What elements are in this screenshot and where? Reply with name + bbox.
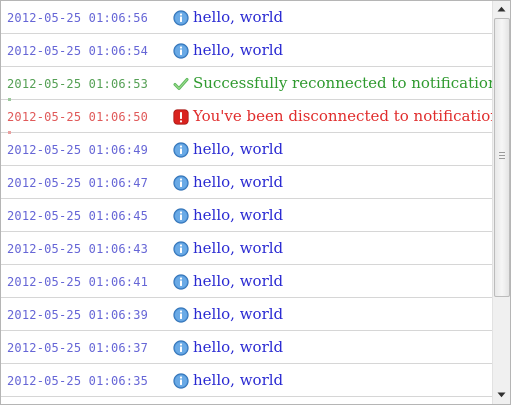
log-timestamp: 2012-05-25 01:06:39 xyxy=(7,308,149,322)
scrollbar-thumb[interactable] xyxy=(494,18,510,297)
info-icon xyxy=(173,307,189,323)
scroll-down-button[interactable] xyxy=(493,387,510,404)
log-timestamp: 2012-05-25 01:06:50 xyxy=(7,110,149,124)
log-timestamp: 2012-05-25 01:06:47 xyxy=(7,176,149,190)
arrow-down-icon xyxy=(497,392,506,398)
log-entry: 2012-05-25 01:06:37 hello, world xyxy=(1,331,492,364)
checkmark-icon xyxy=(173,78,189,90)
error-icon xyxy=(173,109,189,125)
log-message: hello, world xyxy=(193,305,284,323)
info-icon xyxy=(173,340,189,356)
info-icon xyxy=(173,43,189,59)
log-entry: 2012-05-25 01:06:41 hello, world xyxy=(1,265,492,298)
log-timestamp: 2012-05-25 01:06:45 xyxy=(7,209,149,223)
scroll-up-button[interactable] xyxy=(493,1,510,18)
log-timestamp: 2012-05-25 01:06:37 xyxy=(7,341,149,355)
info-icon xyxy=(173,10,189,26)
log-message: hello, world xyxy=(193,140,284,158)
log-message: hello, world xyxy=(193,338,284,356)
log-message: hello, world xyxy=(193,8,284,26)
vertical-scrollbar[interactable] xyxy=(492,1,510,404)
log-entry: 2012-05-25 01:06:43 hello, world xyxy=(1,232,492,265)
notification-log-window: 2012-05-25 01:06:56 hello, world 2012-05… xyxy=(0,0,511,405)
log-entry: 2012-05-25 01:06:45 hello, world xyxy=(1,199,492,232)
log-timestamp: 2012-05-25 01:06:49 xyxy=(7,143,149,157)
log-message: hello, world xyxy=(193,41,284,59)
log-message: hello, world xyxy=(193,371,284,389)
log-message: hello, world xyxy=(193,206,284,224)
log-timestamp: 2012-05-25 01:06:54 xyxy=(7,44,149,58)
grip-line xyxy=(499,152,505,153)
log-timestamp: 2012-05-25 01:06:35 xyxy=(7,374,149,388)
info-icon xyxy=(173,241,189,257)
info-icon xyxy=(173,142,189,158)
log-entry: 2012-05-25 01:06:35 hello, world xyxy=(1,364,492,397)
grip-line xyxy=(499,155,505,156)
grip-line xyxy=(499,158,505,159)
log-timestamp: 2012-05-25 01:06:56 xyxy=(7,11,149,25)
log-entry: 2012-05-25 01:06:53 Successfully reconne… xyxy=(1,67,492,101)
info-icon xyxy=(173,373,189,389)
log-message: Successfully reconnected to notification xyxy=(193,74,492,92)
log-entry: 2012-05-25 01:06:56 hello, world xyxy=(1,1,492,34)
log-entry: 2012-05-25 01:06:54 hello, world xyxy=(1,34,492,67)
log-entry: 2012-05-25 01:06:39 hello, world xyxy=(1,298,492,331)
log-message: hello, world xyxy=(193,239,284,257)
arrow-up-icon xyxy=(497,6,506,12)
log-message: You've been disconnected to notification xyxy=(193,107,492,125)
log-entry: 2012-05-25 01:06:47 hello, world xyxy=(1,166,492,199)
log-message: hello, world xyxy=(193,173,284,191)
log-timestamp: 2012-05-25 01:06:43 xyxy=(7,242,149,256)
info-icon xyxy=(173,208,189,224)
info-icon xyxy=(173,274,189,290)
log-timestamp: 2012-05-25 01:06:41 xyxy=(7,275,149,289)
log-list: 2012-05-25 01:06:56 hello, world 2012-05… xyxy=(1,1,492,404)
log-entry: 2012-05-25 01:06:49 hello, world xyxy=(1,133,492,166)
info-icon xyxy=(173,175,189,191)
log-timestamp: 2012-05-25 01:06:53 xyxy=(7,77,149,91)
log-entry: 2012-05-25 01:06:50 You've been disconne… xyxy=(1,100,492,134)
log-message: hello, world xyxy=(193,272,284,290)
